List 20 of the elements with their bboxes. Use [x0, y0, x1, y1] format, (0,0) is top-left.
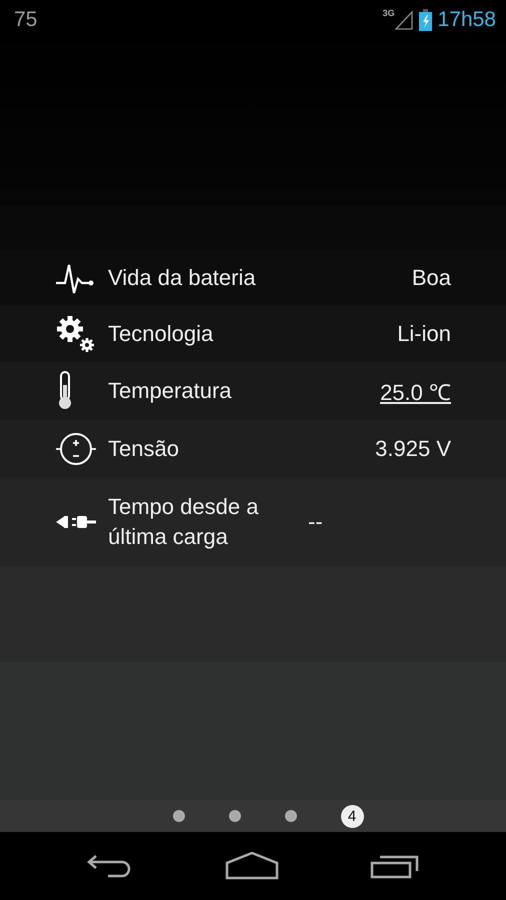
row-value: 3.925 V: [375, 436, 451, 462]
row-label: Tecnologia: [108, 320, 214, 348]
gears-icon: [55, 314, 95, 354]
row-value: --: [308, 509, 323, 535]
page-dot[interactable]: [284, 810, 296, 822]
row-label: Temperatura: [108, 377, 233, 405]
row-value: Li-ion: [397, 320, 451, 346]
row-label: Vida da bateria: [108, 264, 257, 292]
row-label: Tensão: [108, 435, 180, 463]
voltage-icon: [55, 431, 97, 467]
value-link[interactable]: 25.0 ℃: [380, 376, 451, 406]
page-dot[interactable]: [172, 810, 184, 822]
page-dot[interactable]: 4: [340, 804, 364, 828]
network-type: 3G: [382, 8, 395, 18]
row-value: Boa: [412, 264, 451, 290]
clock-time: 17h58: [438, 8, 496, 32]
page-dot[interactable]: [228, 810, 240, 822]
notification-count: 75: [14, 8, 38, 32]
signal-icon: [394, 10, 413, 30]
row-label: Tempo desde a última carga: [108, 493, 260, 551]
